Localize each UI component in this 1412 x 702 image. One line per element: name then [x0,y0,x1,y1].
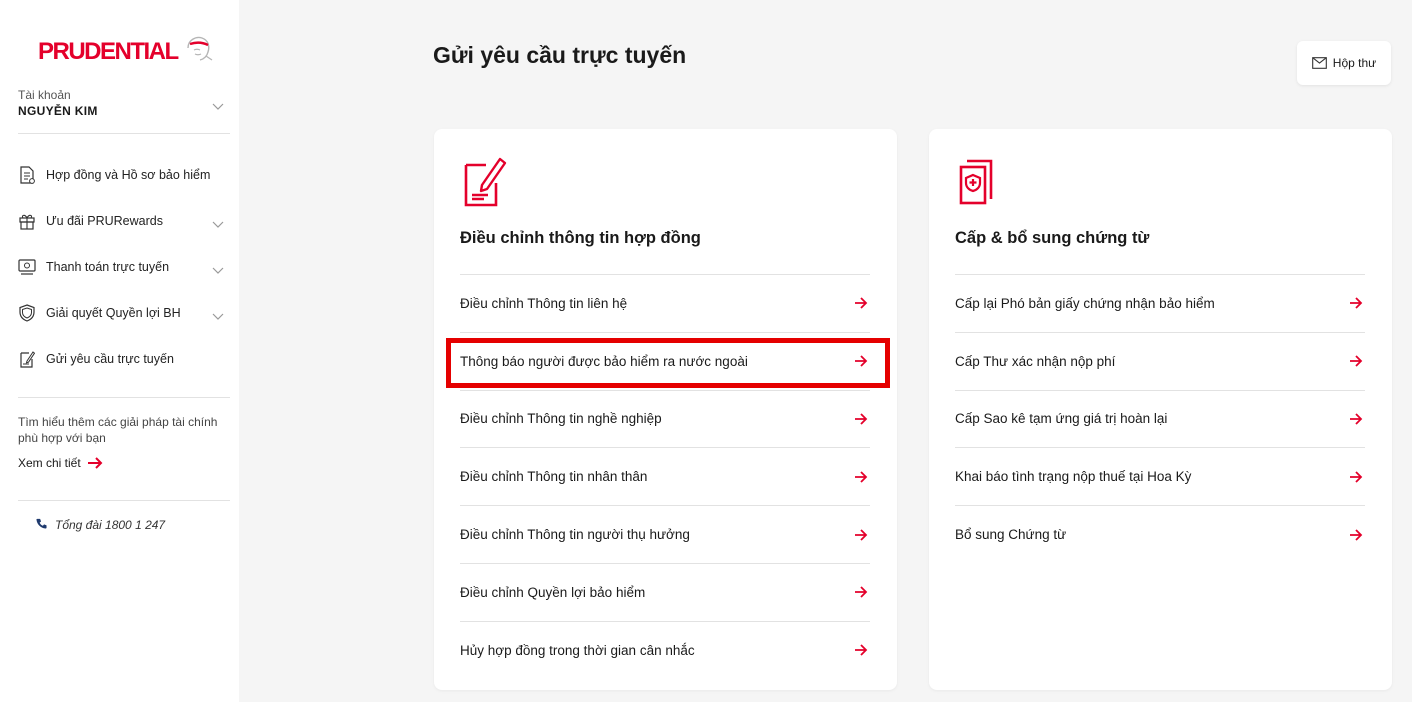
logo-text: PRUDENTIAL [38,37,179,65]
prudential-logo[interactable]: PRUDENTIAL [38,34,214,69]
list-item-label: Điều chỉnh Thông tin nhân thân [460,469,648,485]
promo-section: Tìm hiểu thêm các giải pháp tài chính ph… [18,414,218,470]
list-item-label: Điều chỉnh Quyền lợi bảo hiểm [460,584,646,600]
card-contract-adjustment: Điều chỉnh thông tin hợp đồng Điều chỉnh… [434,129,897,690]
sidebar-divider [18,397,230,398]
sidebar-item-label: Giải quyết Quyền lợi BH [46,306,181,320]
chevron-down-icon [212,98,224,116]
list-item-cancel-contract[interactable]: Hủy hợp đồng trong thời gian cân nhắc [460,620,870,679]
promo-link[interactable]: Xem chi tiết [18,456,218,470]
arrow-right-icon [1349,528,1363,541]
sidebar-item-online-request[interactable]: Gửi yêu cầu trực tuyến [18,336,230,382]
payment-icon [18,258,36,276]
arrow-right-icon [854,586,868,599]
sidebar-item-label: Ưu đãi PRURewards [46,214,163,228]
list-item-insurance-benefits[interactable]: Điều chỉnh Quyền lợi bảo hiểm [460,562,870,621]
list-item-us-tax-declaration[interactable]: Khai báo tình trạng nộp thuế tại Hoa Kỳ [955,447,1365,505]
arrow-right-icon [1349,355,1363,367]
arrow-right-icon [1349,471,1363,483]
sidebar: PRUDENTIAL Tài khoản NGUYỄN KIM Hợp đồng… [0,0,239,702]
arrow-right-icon [854,471,868,483]
sidebar-item-contracts[interactable]: Hợp đồng và Hồ sơ bảo hiểm [18,152,230,198]
arrow-right-icon [854,528,868,541]
card-title: Điều chỉnh thông tin hợp đồng [460,229,701,247]
list-item-label: Cấp Sao kê tạm ứng giá trị hoàn lại [955,411,1168,427]
chevron-down-icon [212,262,224,280]
gift-icon [18,212,36,230]
list-item-label: Cấp lại Phó bản giấy chứng nhận bảo hiểm [955,295,1215,311]
sidebar-item-label: Thanh toán trực tuyến [46,260,170,274]
arrow-right-icon [854,297,868,310]
arrow-right-icon [1349,297,1363,310]
arrow-right-icon [854,644,868,656]
list-item-reissue-certificate[interactable]: Cấp lại Phó bản giấy chứng nhận bảo hiểm [955,274,1365,332]
list-item-contact-info[interactable]: Điều chỉnh Thông tin liên hệ [460,274,870,332]
arrow-right-icon [854,355,868,367]
chevron-down-icon [212,308,224,326]
edit-document-icon [18,350,36,368]
list-item-label: Khai báo tình trạng nộp thuế tại Hoa Kỳ [955,469,1192,485]
account-selector[interactable]: Tài khoản NGUYỄN KIM [18,88,230,118]
sidebar-divider [18,133,230,134]
list-item-payment-confirmation[interactable]: Cấp Thư xác nhận nộp phí [955,331,1365,390]
list-item-label: Cấp Thư xác nhận nộp phí [955,353,1116,369]
hotline[interactable]: Tổng đài 1800 1 247 [36,516,165,534]
edit-document-icon [460,155,508,212]
list-item-travel-abroad[interactable]: Thông báo người được bảo hiểm ra nước ng… [446,331,890,390]
card-list: Cấp lại Phó bản giấy chứng nhận bảo hiểm… [955,274,1365,563]
list-item-beneficiary[interactable]: Điều chỉnh Thông tin người thụ hưởng [460,505,870,563]
document-icon [18,166,36,184]
arrow-right-icon [1349,413,1363,425]
list-item-advance-statement[interactable]: Cấp Sao kê tạm ứng giá trị hoàn lại [955,389,1365,448]
card-list: Điều chỉnh Thông tin liên hệ Thông báo n… [446,274,890,679]
shield-icon [18,304,36,322]
list-item-supplement-documents[interactable]: Bổ sung Chứng từ [955,505,1365,563]
inbox-button[interactable]: Hộp thư [1297,41,1391,85]
promo-link-label: Xem chi tiết [18,456,81,470]
inbox-label: Hộp thư [1332,56,1377,70]
list-item-label: Bổ sung Chứng từ [955,527,1067,543]
list-item-label: Điều chỉnh Thông tin nghề nghiệp [460,411,662,427]
phone-icon [36,516,47,534]
list-item-label: Hủy hợp đồng trong thời gian cân nhắc [460,642,695,658]
promo-text: Tìm hiểu thêm các giải pháp tài chính ph… [18,415,218,445]
sidebar-item-online-payment[interactable]: Thanh toán trực tuyến [18,244,230,290]
sidebar-item-prurewards[interactable]: Ưu đãi PRURewards [18,198,230,244]
sidebar-item-claims[interactable]: Giải quyết Quyền lợi BH [18,290,230,336]
shield-document-icon [955,155,1003,212]
account-name: NGUYỄN KIM [18,104,98,118]
card-title: Cấp & bổ sung chứng từ [955,229,1150,247]
account-label: Tài khoản [18,88,71,102]
arrow-right-icon [854,413,868,425]
list-item-personal-info[interactable]: Điều chỉnh Thông tin nhân thân [460,447,870,505]
page-title: Gửi yêu cầu trực tuyến [433,42,687,68]
list-item-label: Điều chỉnh Thông tin liên hệ [460,295,628,311]
hotline-text: Tổng đài 1800 1 247 [55,518,166,532]
sidebar-item-label: Gửi yêu cầu trực tuyến [46,352,174,366]
logo-head-icon [182,34,214,69]
chevron-down-icon [212,216,224,234]
sidebar-divider [18,500,230,501]
list-item-label: Thông báo người được bảo hiểm ra nước ng… [460,353,748,369]
list-item-occupation[interactable]: Điều chỉnh Thông tin nghề nghiệp [460,389,870,448]
card-documents: Cấp & bổ sung chứng từ Cấp lại Phó bản g… [929,129,1392,690]
mail-icon [1311,57,1327,69]
sidebar-nav: Hợp đồng và Hồ sơ bảo hiểm Ưu đãi PRURew… [18,152,230,382]
arrow-right-icon [87,457,103,469]
sidebar-item-label: Hợp đồng và Hồ sơ bảo hiểm [46,168,211,182]
list-item-label: Điều chỉnh Thông tin người thụ hưởng [460,527,690,543]
